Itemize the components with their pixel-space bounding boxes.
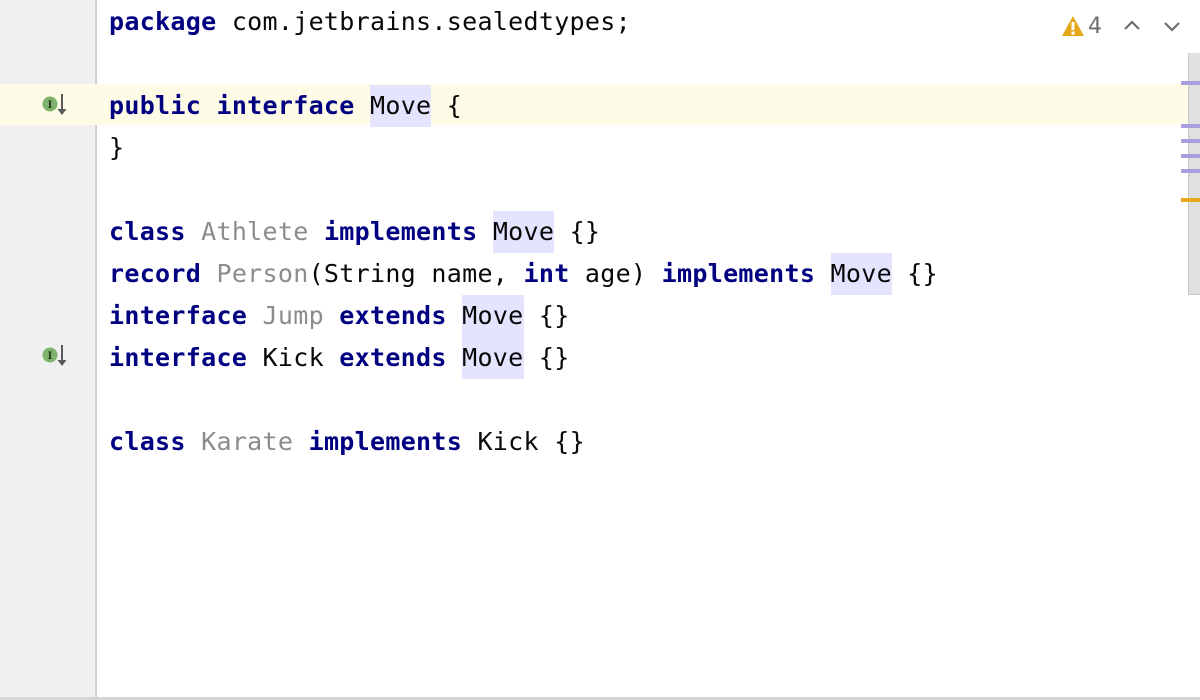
keyword: class	[109, 217, 186, 246]
code-line: class Karate implements Kick {}	[109, 421, 585, 463]
code-text: {	[431, 91, 463, 120]
code-line-package: package com.jetbrains.sealedtypes;	[109, 1, 631, 43]
keyword: interface	[109, 343, 248, 372]
implemented-interface-icon[interactable]: I	[40, 92, 70, 118]
keyword: class	[109, 427, 186, 456]
implemented-interface-icon[interactable]: I	[40, 343, 70, 369]
code-line: class Athlete implements Move {}	[109, 211, 600, 253]
keyword: int	[523, 259, 570, 288]
chevron-up-icon[interactable]	[1120, 14, 1144, 38]
highlighted-usage: Move	[830, 253, 892, 295]
chevron-down-icon[interactable]	[1160, 14, 1184, 38]
code-line: interface Jump extends Move {}	[109, 295, 570, 337]
usage-marker[interactable]	[1181, 81, 1200, 85]
unused-identifier: Person	[216, 259, 309, 288]
usage-marker[interactable]	[1181, 169, 1200, 173]
gutter-icon-label: I	[48, 351, 53, 362]
code-text: {}	[891, 259, 939, 288]
usage-marker[interactable]	[1181, 124, 1200, 128]
code-text: Kick	[247, 343, 340, 372]
keyword: interface	[109, 301, 248, 330]
code-text: }	[109, 133, 125, 162]
keyword: record	[109, 259, 202, 288]
unused-identifier: Athlete	[201, 217, 309, 246]
unused-identifier: Jump	[262, 301, 324, 330]
keyword: extends	[339, 301, 447, 330]
keyword: implements	[308, 427, 463, 456]
code-line: }	[109, 127, 124, 169]
code-text: age)	[569, 259, 662, 288]
keyword: extends	[339, 343, 447, 372]
highlighted-usage: Move	[370, 85, 432, 127]
usage-marker[interactable]	[1181, 139, 1200, 143]
unused-identifier: Karate	[201, 427, 294, 456]
highlighted-usage: Move	[462, 337, 524, 379]
code-text: Kick {}	[462, 427, 585, 456]
highlighted-usage: Move	[492, 211, 555, 253]
code-line: record Person(String name, int age) impl…	[109, 253, 938, 295]
warnings-indicator[interactable]: 4	[1061, 14, 1102, 39]
keyword: implements	[661, 259, 816, 288]
inspection-widget: 4	[1061, 8, 1200, 44]
package-name: com.jetbrains.sealedtypes;	[231, 7, 631, 36]
code-line: interface Kick extends Move {}	[109, 337, 570, 379]
highlighted-usage: Move	[462, 295, 524, 337]
keyword: interface	[216, 91, 355, 120]
code-text: {}	[554, 217, 601, 246]
warning-marker[interactable]	[1181, 198, 1200, 202]
warning-count: 4	[1088, 13, 1102, 39]
gutter-icon-label: I	[48, 100, 53, 111]
code-line: public interface Move {	[109, 85, 462, 127]
keyword-package: package	[109, 7, 217, 36]
vertical-scrollbar[interactable]	[1188, 53, 1200, 295]
code-text: (String name,	[308, 259, 524, 288]
warning-triangle-icon	[1062, 16, 1084, 36]
keyword: public	[109, 91, 202, 120]
keyword: implements	[323, 217, 478, 246]
code-text: {}	[523, 301, 570, 330]
code-text: {}	[523, 343, 570, 372]
usage-marker[interactable]	[1181, 154, 1200, 158]
